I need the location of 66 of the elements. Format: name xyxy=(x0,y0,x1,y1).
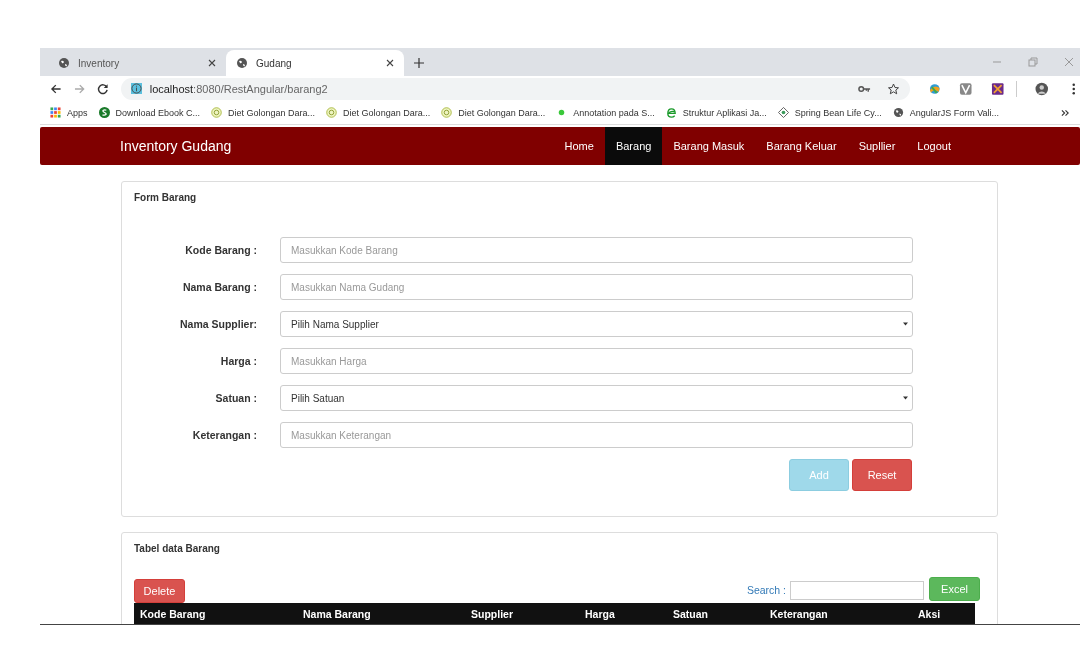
select-field[interactable]: Pilih Nama Supplier xyxy=(280,311,913,337)
badge-icon xyxy=(211,107,223,118)
reload-icon[interactable] xyxy=(97,82,109,95)
column-header: Satuan xyxy=(673,608,709,620)
field-label: Harga : xyxy=(219,355,258,367)
new-tab-icon[interactable] xyxy=(414,58,424,68)
select-field[interactable]: Pilih Satuan xyxy=(280,385,913,411)
bookmark[interactable]: Spring Bean Life Cy... xyxy=(777,107,882,118)
address-bar[interactable]: localhost:8080/RestAngular/barang2 xyxy=(120,77,910,100)
brand-title[interactable]: Inventory Gudang xyxy=(120,138,232,154)
globe-icon xyxy=(892,107,904,118)
star-icon[interactable] xyxy=(886,82,900,95)
column-header: Aksi xyxy=(918,608,942,620)
badge-icon xyxy=(326,107,338,118)
bookmark[interactable]: Diet Golongan Dara... xyxy=(211,107,316,118)
nav-link[interactable]: Barang Masuk xyxy=(662,127,756,165)
field-label: Keterangan : xyxy=(191,429,258,441)
delete-button[interactable]: Delete xyxy=(134,579,185,603)
search-label: Search : xyxy=(746,584,786,596)
search-field[interactable] xyxy=(790,580,924,600)
nav-link[interactable]: Logout xyxy=(906,127,962,165)
bookmark[interactable]: Diet Golongan Dara... xyxy=(326,107,431,118)
browser-tab[interactable]: Inventory xyxy=(48,50,226,76)
browser-tab[interactable]: Gudang xyxy=(226,50,404,76)
badge-icon xyxy=(441,107,453,118)
back-icon[interactable] xyxy=(50,82,62,95)
field-label: Nama Barang : xyxy=(181,281,258,293)
column-header: Supplier xyxy=(471,608,514,620)
globe-icon xyxy=(58,57,70,69)
extension-icon[interactable] xyxy=(990,81,1005,96)
nav-link[interactable]: Barang xyxy=(604,127,663,165)
diamond-icon xyxy=(777,107,789,118)
field-label: Kode Barang : xyxy=(184,244,258,256)
chevron-icon[interactable] xyxy=(1061,108,1070,117)
column-header: Harga xyxy=(585,608,616,620)
input-field[interactable]: Masukkan Keterangan xyxy=(280,422,913,448)
field-label: Nama Supplier: xyxy=(178,318,258,330)
column-header: Nama Barang xyxy=(303,608,372,620)
nav-link[interactable]: Supllier xyxy=(847,127,907,165)
panel-title: Form Barang xyxy=(134,192,198,203)
s-logo-icon xyxy=(98,107,110,118)
bookmark[interactable]: Apps xyxy=(50,107,88,118)
bookmark[interactable]: Download Ebook C... xyxy=(98,107,201,118)
bookmark[interactable]: Struktur Aplikasi Ja... xyxy=(665,107,767,118)
panel-title: Tabel data Barang xyxy=(134,543,221,554)
column-header: Keterangan xyxy=(770,608,829,620)
nav-link[interactable]: Barang Keluar xyxy=(755,127,848,165)
avatar-icon[interactable] xyxy=(1035,81,1049,96)
bookmark[interactable]: Annotation pada S... xyxy=(556,107,655,118)
e-logo-icon xyxy=(665,107,677,118)
reset-button[interactable]: Reset xyxy=(852,459,912,491)
apps-grid-icon xyxy=(50,107,61,118)
input-field[interactable]: Masukkan Nama Gudang xyxy=(280,274,913,300)
field-label: Satuan : xyxy=(214,392,258,404)
column-header: Kode Barang xyxy=(140,608,207,620)
info-icon xyxy=(130,83,142,94)
nav-link[interactable]: Home xyxy=(553,127,605,165)
caret-icon xyxy=(903,396,908,400)
caret-icon xyxy=(903,322,908,326)
bookmark[interactable]: AngularJS Form Vali... xyxy=(892,107,1000,118)
close-icon[interactable] xyxy=(386,59,394,67)
close-icon[interactable] xyxy=(208,59,216,67)
input-field[interactable]: Masukkan Kode Barang xyxy=(280,237,913,263)
bookmark[interactable]: Diet Golongan Dara... xyxy=(441,107,546,118)
input-field[interactable]: Masukkan Harga xyxy=(280,348,913,374)
globe-icon xyxy=(236,57,248,69)
